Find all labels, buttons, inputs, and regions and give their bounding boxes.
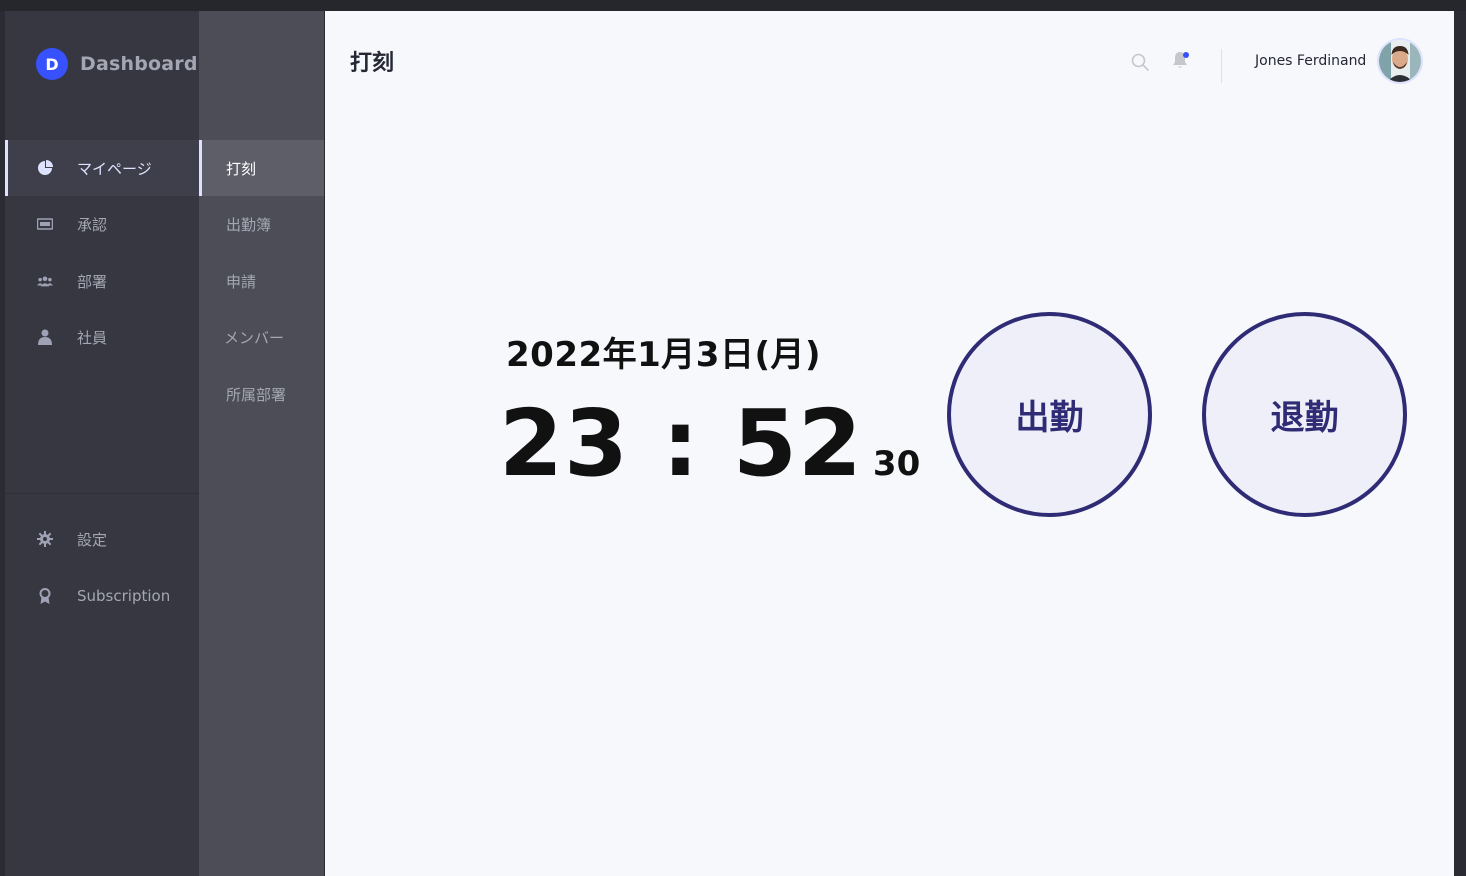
sidebar: D Dashboard Kit マイページ 承認 部署 社員 — [5, 11, 199, 876]
clock-hours-minutes: 23 : 52 — [499, 390, 863, 497]
subnav-item-punch[interactable]: 打刻 — [199, 140, 324, 196]
page-title: 打刻 — [350, 51, 395, 76]
clock-seconds: 30 — [872, 444, 921, 484]
sidebar-item-department[interactable]: 部署 — [5, 253, 199, 309]
users-icon — [37, 273, 53, 289]
subnav-item-label: 打刻 — [226, 159, 257, 178]
subnav-item-label: 申請 — [226, 272, 257, 291]
sidebar-item-settings[interactable]: 設定 — [5, 511, 199, 567]
pie-chart-icon — [37, 160, 53, 176]
sub-navigation: 打刻 出勤簿 申請 メンバー 所属部署 — [199, 11, 324, 876]
subnav-item-label: メンバー — [223, 328, 284, 347]
current-date: 2022年1月3日(月) — [506, 335, 822, 375]
subnav-item-attendance-book[interactable]: 出勤簿 — [199, 196, 324, 252]
window-top-strip — [0, 0, 1466, 11]
subnav-item-members[interactable]: メンバー — [199, 309, 324, 365]
clock-out-label: 退勤 — [1270, 398, 1339, 438]
ticket-icon — [37, 216, 53, 232]
subnav-item-request[interactable]: 申請 — [199, 253, 324, 309]
clock-out-button[interactable]: 退勤 — [1202, 312, 1407, 517]
subnav-item-label: 出勤簿 — [226, 215, 272, 234]
brand-logo: D — [36, 48, 68, 80]
avatar[interactable] — [1377, 38, 1423, 84]
main-content: 打刻 Jones Ferdinand 2022年1月3日(月) 23 : 52 3… — [325, 11, 1454, 876]
sidebar-item-label: 部署 — [77, 272, 108, 291]
brand[interactable]: D Dashboard Kit — [36, 48, 199, 80]
sidebar-item-label: 承認 — [77, 215, 108, 234]
clock-in-label: 出勤 — [1015, 398, 1084, 438]
sidebar-item-label: マイページ — [77, 159, 152, 178]
sidebar-item-approval[interactable]: 承認 — [5, 196, 199, 252]
search-icon[interactable] — [1131, 53, 1149, 71]
user-name[interactable]: Jones Ferdinand — [1255, 53, 1366, 69]
sidebar-divider — [5, 493, 199, 494]
app-window: D Dashboard Kit マイページ 承認 部署 社員 — [0, 0, 1466, 876]
award-icon — [37, 588, 53, 604]
brand-name: Dashboard Kit — [80, 53, 199, 75]
gear-icon — [37, 531, 53, 547]
header-divider — [1221, 49, 1222, 83]
sidebar-item-label: 設定 — [77, 530, 108, 549]
notification-dot — [1183, 52, 1189, 58]
sidebar-item-subscription[interactable]: Subscription — [5, 568, 199, 624]
window-right-edge — [1454, 11, 1466, 876]
sidebar-item-employees[interactable]: 社員 — [5, 309, 199, 365]
digital-clock: 23 : 52 30 — [499, 389, 920, 499]
sidebar-item-label: 社員 — [77, 328, 108, 347]
sidebar-item-label: Subscription — [77, 587, 171, 605]
subnav-item-affiliation[interactable]: 所属部署 — [199, 366, 324, 422]
clock-in-button[interactable]: 出勤 — [947, 312, 1152, 517]
person-icon — [37, 329, 53, 345]
subnav-item-label: 所属部署 — [226, 385, 287, 404]
sidebar-item-mypage[interactable]: マイページ — [5, 140, 199, 196]
